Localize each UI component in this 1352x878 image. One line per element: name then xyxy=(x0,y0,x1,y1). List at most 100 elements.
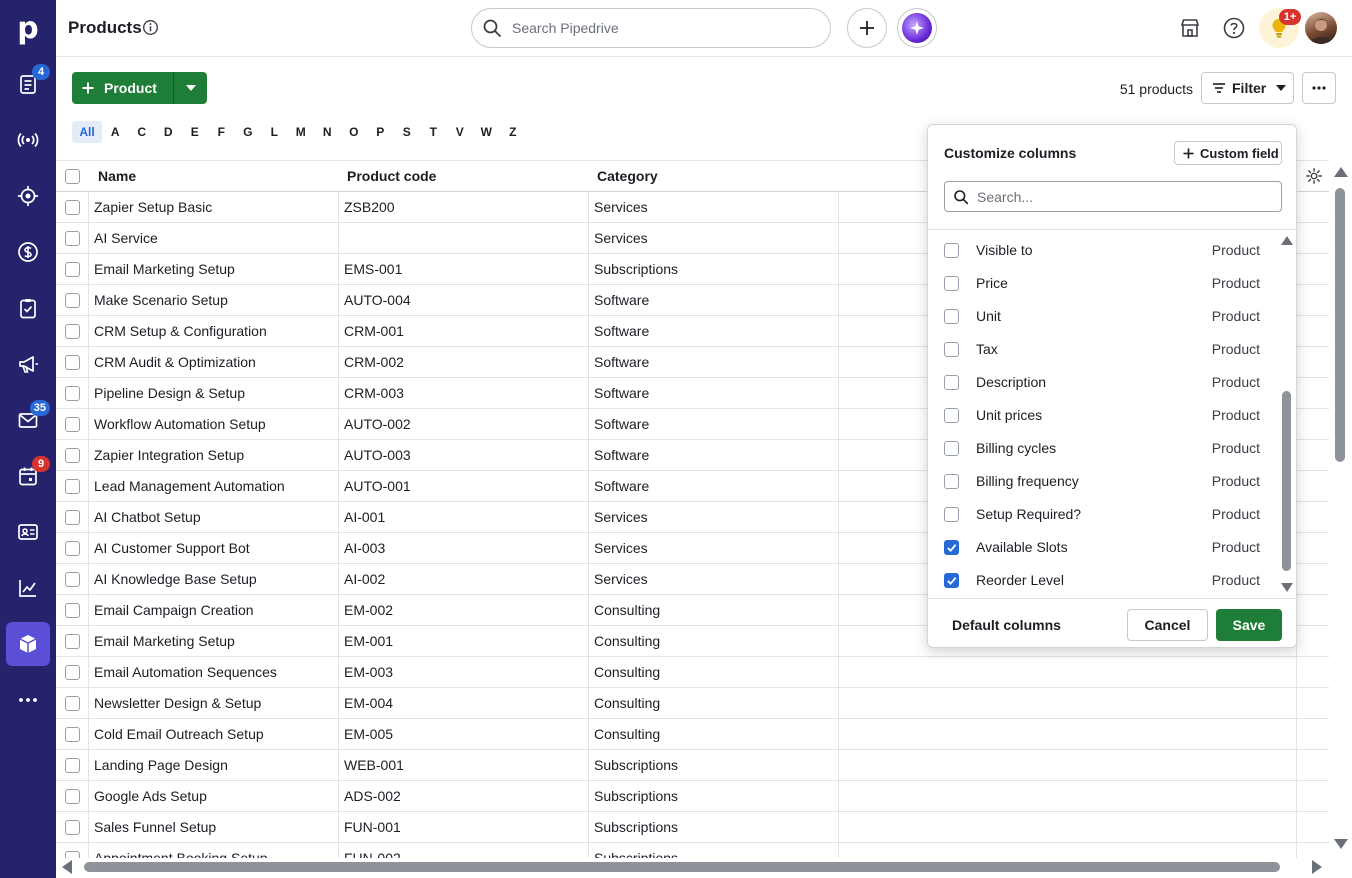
cell-name[interactable]: CRM Audit & Optimization xyxy=(94,347,334,378)
row-checkbox[interactable] xyxy=(65,634,80,649)
sidebar-item-megaphone[interactable] xyxy=(6,342,50,386)
scroll-up-icon[interactable] xyxy=(1334,167,1348,177)
row-checkbox[interactable] xyxy=(65,696,80,711)
cell-name[interactable]: Make Scenario Setup xyxy=(94,285,334,316)
cell-product-code[interactable]: CRM-003 xyxy=(344,378,584,409)
column-field-checkbox[interactable] xyxy=(944,309,959,324)
column-field-item[interactable]: Setup Required? Product xyxy=(928,498,1278,531)
row-checkbox[interactable] xyxy=(65,293,80,308)
cell-category[interactable]: Software xyxy=(594,378,834,409)
row-checkbox[interactable] xyxy=(65,479,80,494)
scroll-right-icon[interactable] xyxy=(1312,860,1322,874)
cell-product-code[interactable]: ZSB200 xyxy=(344,192,584,223)
cell-category[interactable]: Services xyxy=(594,564,834,595)
row-checkbox[interactable] xyxy=(65,665,80,680)
field-list-scroll-thumb[interactable] xyxy=(1282,391,1291,571)
row-checkbox[interactable] xyxy=(65,510,80,525)
alpha-filter-o[interactable]: O xyxy=(341,121,368,143)
cell-category[interactable]: Consulting xyxy=(594,626,834,657)
cell-category[interactable]: Consulting xyxy=(594,719,834,750)
alpha-filter-s[interactable]: S xyxy=(394,121,421,143)
table-row[interactable]: Google Ads Setup ADS-002 Subscriptions xyxy=(56,781,1329,812)
scroll-down-icon[interactable] xyxy=(1281,583,1293,592)
cell-category[interactable]: Software xyxy=(594,316,834,347)
cell-name[interactable]: CRM Setup & Configuration xyxy=(94,316,334,347)
alpha-filter-l[interactable]: L xyxy=(261,121,288,143)
cell-product-code[interactable]: AI-002 xyxy=(344,564,584,595)
add-product-dropdown[interactable] xyxy=(174,72,207,104)
column-field-item[interactable]: Reorder Level Product xyxy=(928,564,1278,597)
horizontal-scroll-thumb[interactable] xyxy=(84,862,1280,872)
alpha-filter-a[interactable]: A xyxy=(102,121,129,143)
row-checkbox[interactable] xyxy=(65,386,80,401)
cell-name[interactable]: Cold Email Outreach Setup xyxy=(94,719,334,750)
cell-category[interactable]: Subscriptions xyxy=(594,781,834,812)
cell-product-code[interactable]: EM-002 xyxy=(344,595,584,626)
cell-product-code[interactable]: AUTO-003 xyxy=(344,440,584,471)
more-actions-button[interactable] xyxy=(1302,72,1336,104)
cell-name[interactable]: AI Service xyxy=(94,223,334,254)
add-product-button[interactable]: Product xyxy=(72,72,174,104)
info-icon[interactable] xyxy=(142,19,159,36)
cell-category[interactable]: Software xyxy=(594,347,834,378)
search-input[interactable] xyxy=(512,17,812,39)
row-checkbox[interactable] xyxy=(65,541,80,556)
cell-category[interactable]: Software xyxy=(594,471,834,502)
cell-product-code[interactable]: EM-005 xyxy=(344,719,584,750)
cell-product-code[interactable]: AI-001 xyxy=(344,502,584,533)
row-checkbox[interactable] xyxy=(65,262,80,277)
alpha-filter-g[interactable]: G xyxy=(235,121,262,143)
scroll-up-icon[interactable] xyxy=(1281,236,1293,245)
cell-product-code[interactable]: EM-003 xyxy=(344,657,584,688)
sidebar-item-contacts-card[interactable] xyxy=(6,510,50,554)
cell-category[interactable]: Software xyxy=(594,285,834,316)
scroll-down-icon[interactable] xyxy=(1334,839,1348,849)
table-row[interactable]: Sales Funnel Setup FUN-001 Subscriptions xyxy=(56,812,1329,843)
help-icon[interactable] xyxy=(1222,16,1246,40)
column-field-item[interactable]: Visible to Product xyxy=(928,234,1278,267)
row-checkbox[interactable] xyxy=(65,727,80,742)
cell-product-code[interactable]: ADS-002 xyxy=(344,781,584,812)
column-field-checkbox[interactable] xyxy=(944,375,959,390)
alpha-filter-m[interactable]: M xyxy=(288,121,315,143)
cell-product-code[interactable]: CRM-002 xyxy=(344,347,584,378)
cell-product-code[interactable]: AI-003 xyxy=(344,533,584,564)
column-field-checkbox[interactable] xyxy=(944,243,959,258)
cell-category[interactable]: Services xyxy=(594,223,834,254)
column-field-checkbox[interactable] xyxy=(944,276,959,291)
row-checkbox[interactable] xyxy=(65,200,80,215)
cell-category[interactable]: Services xyxy=(594,533,834,564)
row-checkbox[interactable] xyxy=(65,324,80,339)
alpha-filter-w[interactable]: W xyxy=(473,121,500,143)
alpha-filter-n[interactable]: N xyxy=(314,121,341,143)
alpha-filter-all[interactable]: All xyxy=(72,121,102,143)
cell-category[interactable]: Subscriptions xyxy=(594,254,834,285)
cell-name[interactable]: Email Marketing Setup xyxy=(94,626,334,657)
cell-category[interactable]: Consulting xyxy=(594,688,834,719)
gear-icon[interactable] xyxy=(1305,167,1323,185)
column-field-checkbox[interactable] xyxy=(944,408,959,423)
cell-category[interactable]: Subscriptions xyxy=(594,812,834,843)
column-search[interactable] xyxy=(944,181,1282,212)
column-search-input[interactable] xyxy=(977,187,1267,207)
cell-name[interactable]: Landing Page Design xyxy=(94,750,334,781)
field-list-scrollbar[interactable] xyxy=(1280,229,1294,599)
alpha-filter-e[interactable]: E xyxy=(182,121,209,143)
cell-name[interactable]: Email Marketing Setup xyxy=(94,254,334,285)
cell-product-code[interactable]: AUTO-001 xyxy=(344,471,584,502)
horizontal-scrollbar[interactable] xyxy=(56,858,1329,878)
cancel-button[interactable]: Cancel xyxy=(1127,609,1208,641)
table-row[interactable]: Newsletter Design & Setup EM-004 Consultin… xyxy=(56,688,1329,719)
cell-product-code[interactable]: EM-004 xyxy=(344,688,584,719)
column-field-item[interactable]: Description Product xyxy=(928,366,1278,399)
marketplace-icon[interactable] xyxy=(1178,16,1202,40)
sidebar-item-leads-broadcast[interactable] xyxy=(6,118,50,162)
column-header-name[interactable]: Name xyxy=(98,161,136,192)
cell-name[interactable]: Zapier Integration Setup xyxy=(94,440,334,471)
column-field-checkbox[interactable] xyxy=(944,342,959,357)
sidebar-item-deals[interactable]: 4 xyxy=(6,62,50,106)
column-field-checkbox[interactable] xyxy=(944,540,959,555)
sidebar-item-dollar[interactable] xyxy=(6,230,50,274)
alpha-filter-t[interactable]: T xyxy=(420,121,447,143)
column-field-checkbox[interactable] xyxy=(944,441,959,456)
